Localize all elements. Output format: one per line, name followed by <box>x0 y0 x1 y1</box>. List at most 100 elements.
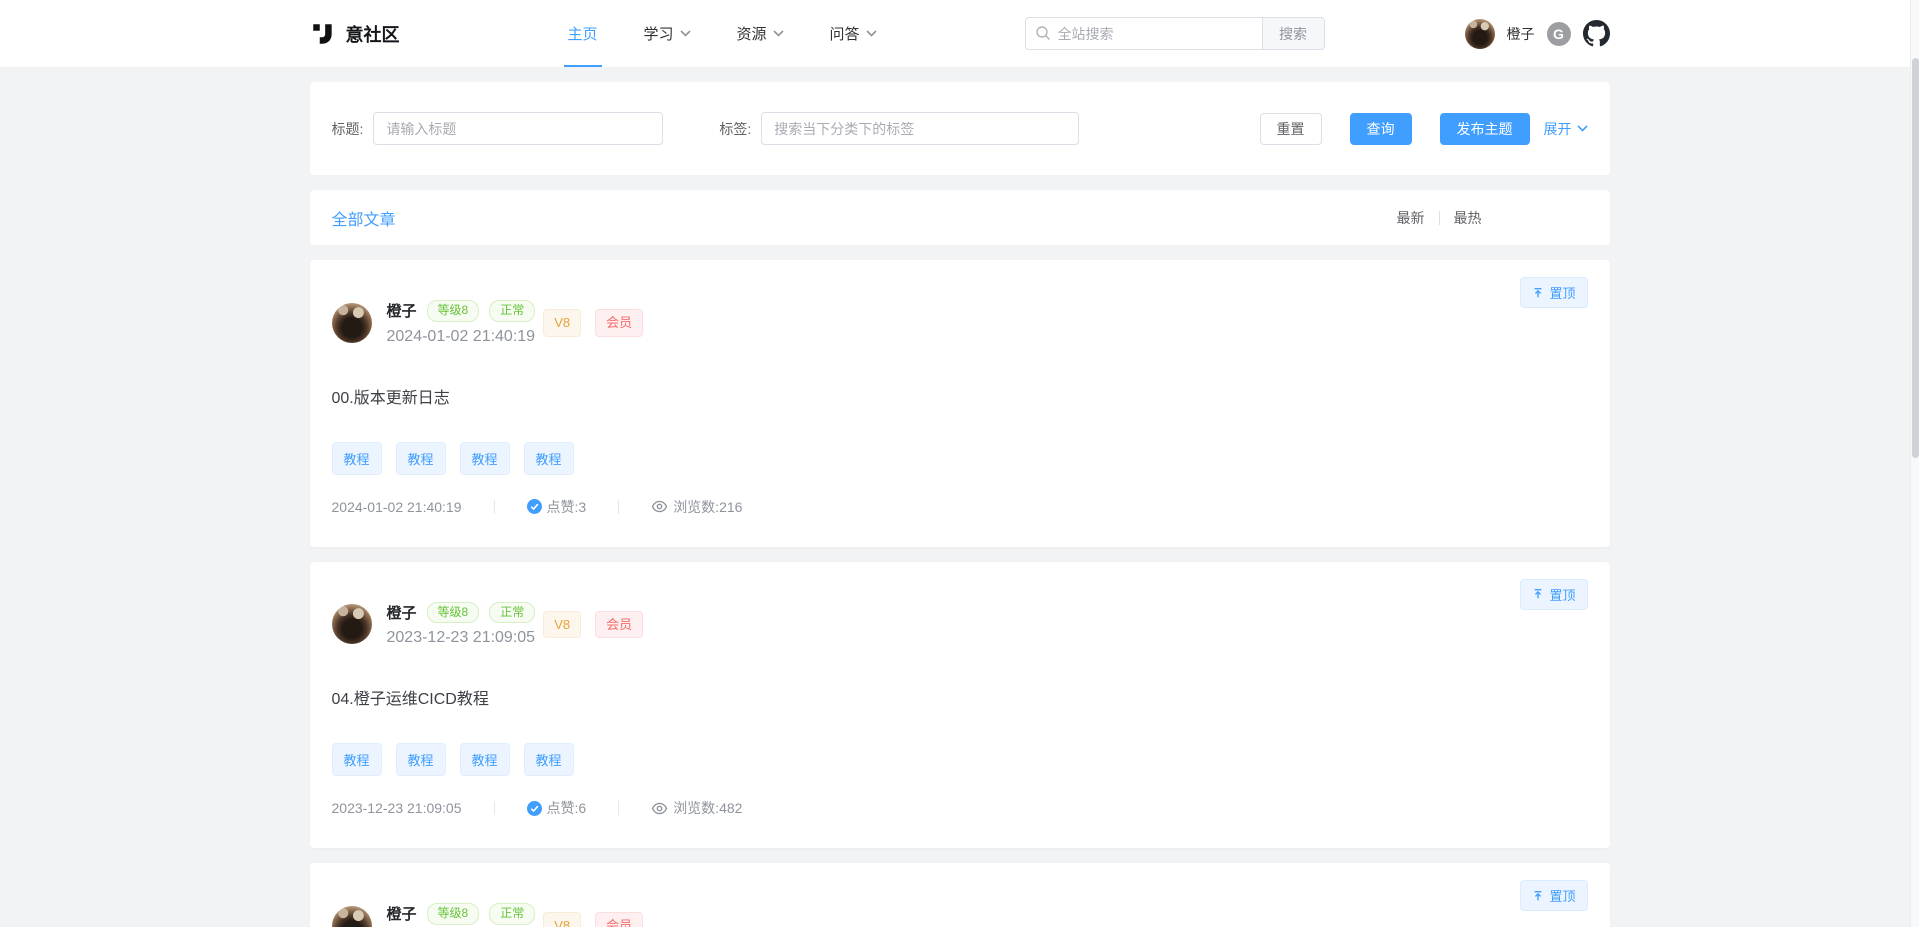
vip-badge: V8 <box>543 912 581 927</box>
user-area: 橙子 G <box>1465 19 1610 49</box>
like-check-icon <box>527 499 542 514</box>
pin-button[interactable]: 置顶 <box>1520 277 1587 308</box>
reset-button[interactable]: 重置 <box>1260 113 1322 145</box>
list-header: 全部文章 最新 最热 <box>310 190 1610 245</box>
chevron-down-icon <box>1577 125 1588 132</box>
menu-item-label: 主页 <box>568 23 598 44</box>
footer-divider <box>618 500 619 514</box>
status-badge: 正常 <box>489 602 535 624</box>
scrollbar-track[interactable] <box>1910 0 1919 927</box>
post-date: 2023-12-23 21:09:05 <box>387 629 536 647</box>
post-header: 橙子 等级8 正常 2024-01-02 21:40:19 V8 会员 <box>332 300 1588 346</box>
chevron-down-icon <box>773 30 784 37</box>
all-articles-link[interactable]: 全部文章 <box>332 206 396 230</box>
post-tags: 教程 教程 教程 教程 <box>332 442 1588 475</box>
level-badge: 等级8 <box>427 300 480 322</box>
footer-divider <box>494 500 495 514</box>
footer-divider <box>618 801 619 815</box>
level-badge: 等级8 <box>427 602 480 624</box>
menu-item-label: 问答 <box>830 23 860 44</box>
search-icon <box>1035 25 1051 41</box>
main-menu: 主页 学习 资源 问答 <box>568 0 877 67</box>
footer-date: 2023-12-23 21:09:05 <box>332 800 462 816</box>
status-badge: 正常 <box>489 903 535 925</box>
like-check-icon <box>527 801 542 816</box>
views-stat: 浏览数:482 <box>651 798 742 818</box>
author-name[interactable]: 橙子 <box>387 300 417 321</box>
query-button[interactable]: 查询 <box>1350 113 1412 145</box>
pin-label: 置顶 <box>1549 283 1575 302</box>
tag[interactable]: 教程 <box>332 442 382 475</box>
tag[interactable]: 教程 <box>460 743 510 776</box>
scrollbar-thumb[interactable] <box>1912 58 1919 458</box>
level-badge: 等级8 <box>427 903 480 925</box>
likes-stat: 点赞:6 <box>527 798 587 818</box>
expand-toggle[interactable]: 展开 <box>1544 119 1588 139</box>
brand[interactable]: 意社区 <box>310 21 400 47</box>
eye-icon <box>651 498 668 515</box>
post-card: 置顶 橙子 等级8 正常 2024-01-02 21:40:19 V8 会员 0… <box>310 260 1610 547</box>
menu-item-resources[interactable]: 资源 <box>737 0 784 67</box>
tag[interactable]: 教程 <box>524 743 574 776</box>
filter-bar: 标题: 标签: 重置 查询 发布主题 展开 <box>310 82 1610 175</box>
avatar[interactable] <box>332 906 372 927</box>
post-footer: 2023-12-23 21:09:05 点赞:6 浏览数:482 <box>332 798 1588 818</box>
chevron-down-icon <box>680 30 691 37</box>
vip-badge: V8 <box>543 611 581 639</box>
sort-group: 最新 最热 <box>1397 208 1482 228</box>
menu-item-home[interactable]: 主页 <box>568 0 598 67</box>
status-badge: 正常 <box>489 300 535 322</box>
search-input[interactable] <box>1025 17 1262 50</box>
likes-label: 点赞:6 <box>547 798 587 818</box>
title-filter-input[interactable] <box>373 112 663 145</box>
site-search: 搜索 <box>1025 17 1325 50</box>
title-filter-label: 标题: <box>332 119 364 139</box>
post-header: 橙子 等级8 正常 2023-12-23 21:09:05 V8 会员 <box>332 602 1588 648</box>
brand-logo-icon <box>310 21 336 47</box>
tag[interactable]: 教程 <box>460 442 510 475</box>
post-header: 橙子 等级8 正常 2023-12-16 15:22:38 V8 会员 <box>332 903 1588 927</box>
expand-label: 展开 <box>1544 119 1572 139</box>
tag[interactable]: 教程 <box>396 743 446 776</box>
github-icon[interactable] <box>1583 20 1610 47</box>
pin-label: 置顶 <box>1549 886 1575 905</box>
sort-hottest[interactable]: 最热 <box>1454 208 1482 228</box>
tag[interactable]: 教程 <box>524 442 574 475</box>
username: 橙子 <box>1507 24 1535 44</box>
avatar[interactable] <box>332 303 372 343</box>
menu-item-qa[interactable]: 问答 <box>830 0 877 67</box>
views-label: 浏览数:216 <box>673 497 742 517</box>
brand-name: 意社区 <box>346 21 400 47</box>
eye-icon <box>651 800 668 817</box>
sort-divider <box>1439 211 1440 225</box>
footer-date: 2024-01-02 21:40:19 <box>332 499 462 515</box>
tag-filter-label: 标签: <box>719 119 751 139</box>
author-name[interactable]: 橙子 <box>387 602 417 623</box>
author-name[interactable]: 橙子 <box>387 903 417 924</box>
gitee-icon[interactable]: G <box>1547 22 1571 46</box>
post-card: 置顶 橙子 等级8 正常 2023-12-23 21:09:05 V8 会员 0… <box>310 562 1610 849</box>
pin-top-icon <box>1532 287 1544 299</box>
pin-top-icon <box>1532 588 1544 600</box>
post-title[interactable]: 00.版本更新日志 <box>332 384 1588 408</box>
search-button[interactable]: 搜索 <box>1262 17 1325 50</box>
chevron-down-icon <box>866 30 877 37</box>
pin-button[interactable]: 置顶 <box>1520 579 1587 610</box>
main-content: 标题: 标签: 重置 查询 发布主题 展开 全部文章 最新 最热 置顶 <box>310 82 1610 927</box>
likes-label: 点赞:3 <box>547 497 587 517</box>
post-title[interactable]: 04.橙子运维CICD教程 <box>332 685 1588 709</box>
avatar[interactable] <box>1465 19 1495 49</box>
post-date: 2024-01-02 21:40:19 <box>387 328 536 346</box>
avatar[interactable] <box>332 604 372 644</box>
publish-topic-button[interactable]: 发布主题 <box>1440 113 1530 145</box>
views-label: 浏览数:482 <box>673 798 742 818</box>
tag-filter-input[interactable] <box>761 112 1079 145</box>
footer-divider <box>494 801 495 815</box>
tag[interactable]: 教程 <box>332 743 382 776</box>
tag[interactable]: 教程 <box>396 442 446 475</box>
menu-item-label: 资源 <box>737 23 767 44</box>
sort-newest[interactable]: 最新 <box>1397 208 1425 228</box>
menu-item-learn[interactable]: 学习 <box>644 0 691 67</box>
menu-item-label: 学习 <box>644 23 674 44</box>
pin-button[interactable]: 置顶 <box>1520 880 1587 911</box>
